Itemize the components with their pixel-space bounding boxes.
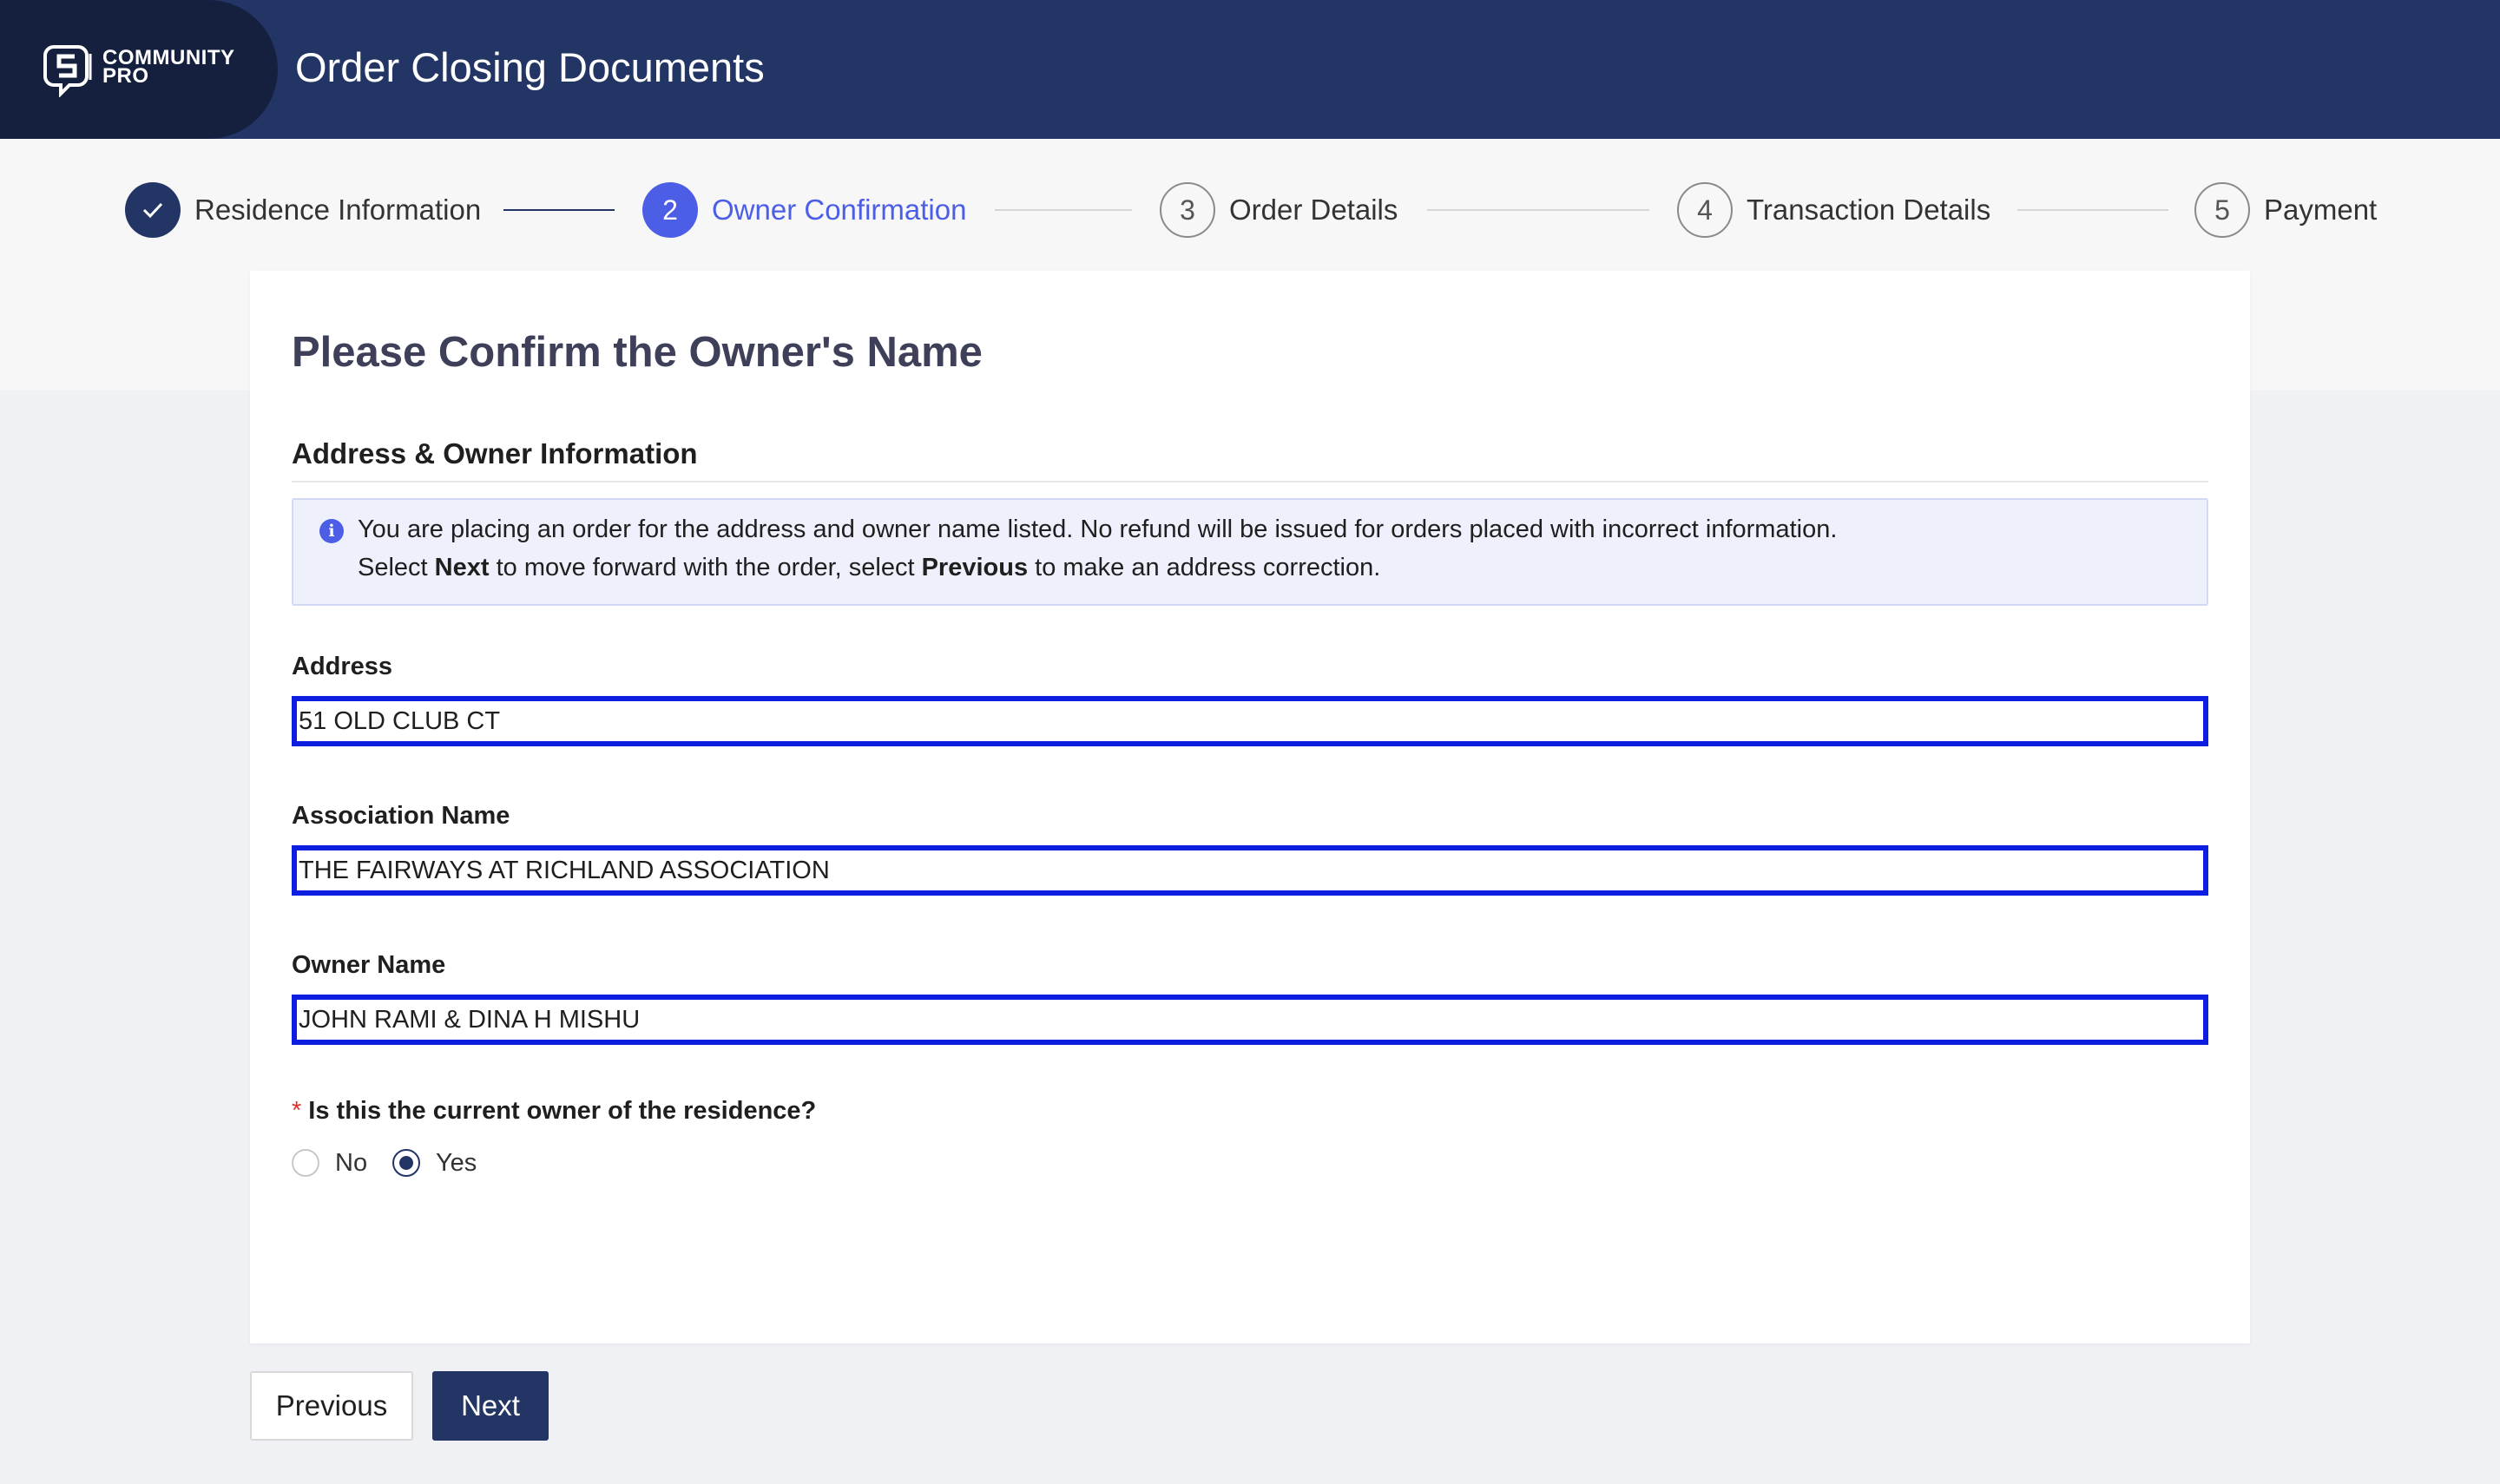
step-4-label: Transaction Details (1747, 194, 1991, 226)
step-connector-2 (995, 209, 1132, 211)
current-owner-question: * Is this the current owner of the reside… (292, 1097, 816, 1126)
radio-option-no[interactable]: No (292, 1147, 367, 1179)
info-line-2-middle: to move forward with the order, select (489, 554, 922, 581)
info-line-2-suffix: to make an address correction. (1028, 554, 1381, 581)
info-previous-emphasis: Previous (921, 554, 1029, 581)
community-pro-logo-icon (43, 45, 92, 97)
page-title: Order Closing Documents (295, 44, 765, 90)
step-2-circle: 2 (642, 182, 698, 238)
info-line-2-prefix: Select (358, 554, 435, 581)
section-title: Address & Owner Information (292, 437, 698, 469)
step-residence-information[interactable]: Residence Information (125, 182, 481, 238)
logo-text: COMMUNITY PRO (102, 48, 234, 88)
step-transaction-details[interactable]: 4 Transaction Details (1677, 182, 1990, 238)
info-icon: i (319, 519, 344, 543)
step-owner-confirmation[interactable]: 2 Owner Confirmation (642, 182, 966, 238)
owner-name-field[interactable]: JOHN RAMI & DINA H MISHU (292, 995, 2208, 1045)
step-payment[interactable]: 5 Payment (2194, 182, 2377, 238)
step-connector-3 (1427, 209, 1649, 211)
step-3-label: Order Details (1229, 194, 1398, 226)
step-3-circle: 3 (1160, 182, 1215, 238)
check-icon (142, 202, 163, 219)
association-name-label: Association Name (292, 802, 510, 830)
radio-yes-label: Yes (436, 1148, 477, 1177)
previous-button[interactable]: Previous (250, 1371, 413, 1441)
required-marker: * (292, 1097, 302, 1125)
section-divider (292, 481, 2208, 483)
address-label: Address (292, 653, 393, 680)
step-connector-4 (2017, 209, 2168, 211)
step-1-label: Residence Information (194, 194, 482, 226)
step-5-circle: 5 (2194, 182, 2250, 238)
owner-confirmation-card (250, 271, 2250, 1343)
association-name-field[interactable]: THE FAIRWAYS AT RICHLAND ASSOCIATION (292, 845, 2208, 896)
logo-line-2: PRO (102, 64, 149, 88)
radio-yes[interactable] (392, 1149, 420, 1177)
question-text: Is this the current owner of the residen… (308, 1097, 817, 1125)
owner-name-label: Owner Name (292, 951, 446, 979)
step-1-circle (125, 182, 181, 238)
info-next-emphasis: Next (434, 554, 490, 581)
step-order-details[interactable]: 3 Order Details (1160, 182, 1398, 238)
app-header: COMMUNITY PRO Order Closing Documents (0, 0, 2500, 139)
step-4-circle: 4 (1677, 182, 1733, 238)
step-5-label: Payment (2264, 194, 2378, 226)
info-alert: i You are placing an order for the addre… (292, 498, 2208, 606)
next-button[interactable]: Next (432, 1371, 549, 1441)
logo[interactable]: COMMUNITY PRO (0, 0, 278, 139)
radio-option-yes[interactable]: Yes (392, 1147, 477, 1179)
step-connector-1 (503, 209, 615, 211)
card-title: Please Confirm the Owner's Name (292, 329, 983, 376)
info-line-1: You are placing an order for the address… (358, 515, 1838, 543)
radio-no[interactable] (292, 1149, 319, 1177)
info-line-2: Select Next to move forward with the ord… (358, 554, 1380, 582)
step-2-label: Owner Confirmation (712, 194, 967, 226)
address-field[interactable]: 51 OLD CLUB CT (292, 696, 2208, 746)
radio-no-label: No (335, 1148, 368, 1177)
